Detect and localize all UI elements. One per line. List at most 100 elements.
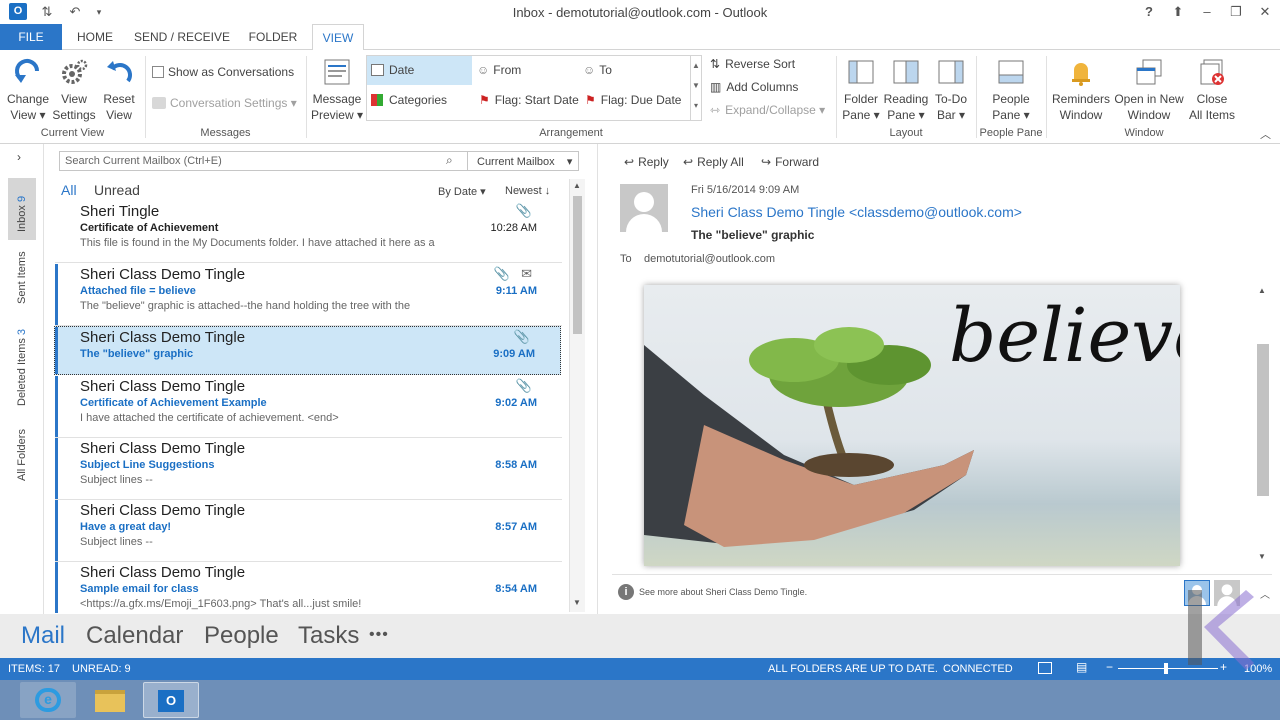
- scroll-up-arrow[interactable]: ▲: [1258, 286, 1266, 295]
- close-icon[interactable]: ✕: [1256, 3, 1274, 21]
- reply-all-button[interactable]: ↩ Reply All: [683, 155, 744, 169]
- scroll-down-arrow[interactable]: ▼: [1258, 552, 1266, 561]
- people-pane-button[interactable]: People Pane ▾: [986, 56, 1036, 123]
- open-new-window-button[interactable]: Open in New Window: [1112, 56, 1186, 123]
- gallery-scroll[interactable]: ▲ ▼ ▾: [690, 56, 701, 120]
- todo-bar-button[interactable]: To-Do Bar ▾: [930, 56, 972, 123]
- list-item[interactable]: Sheri Class Demo Tingle Have a great day…: [55, 500, 562, 562]
- reverse-sort-button[interactable]: ⇅ Reverse Sort: [710, 53, 795, 75]
- conversation-settings-button[interactable]: Conversation Settings ▾: [152, 92, 297, 114]
- reply-button[interactable]: ↩ Reply: [624, 155, 669, 169]
- sort-order-toggle[interactable]: Newest ↓: [505, 185, 550, 197]
- scroll-thumb[interactable]: [573, 196, 582, 334]
- arrange-flag-due-option[interactable]: ⚑ Flag: Due Date: [585, 89, 681, 111]
- info-icon: i: [618, 584, 634, 600]
- arrange-date-option[interactable]: Date: [371, 59, 414, 81]
- folder-pane-button[interactable]: Folder Pane ▾: [840, 56, 882, 123]
- message-preview-icon: [321, 56, 353, 88]
- view-settings-button[interactable]: View Settings: [52, 56, 96, 123]
- list-item[interactable]: Sheri Class Demo Tingle Attached file = …: [55, 264, 562, 326]
- message-time: 10:28 AM: [490, 222, 537, 234]
- taskbar-outlook[interactable]: O: [143, 682, 199, 718]
- message-subject-heading: The "believe" graphic: [691, 228, 815, 242]
- tab-home[interactable]: HOME: [66, 24, 124, 50]
- reset-view-button[interactable]: Reset View: [98, 56, 140, 123]
- zoom-out-icon[interactable]: −: [1106, 660, 1113, 674]
- collapse-ribbon-icon[interactable]: ︿: [1260, 126, 1271, 142]
- pane-splitter[interactable]: [597, 144, 598, 614]
- list-item[interactable]: Sheri Class Demo Tingle Sample email for…: [55, 562, 562, 613]
- expand-collapse-button[interactable]: ⇿ Expand/Collapse ▾: [710, 99, 825, 121]
- scroll-thumb[interactable]: [1257, 344, 1269, 496]
- message-list-scrollbar[interactable]: ▲ ▼: [569, 179, 585, 612]
- close-all-items-button[interactable]: Close All Items: [1186, 56, 1238, 123]
- tab-view[interactable]: VIEW: [312, 24, 364, 51]
- reading-pane-scrollbar[interactable]: ▲ ▼: [1255, 284, 1271, 566]
- reminders-window-button[interactable]: Reminders Window: [1050, 56, 1112, 123]
- tab-folder[interactable]: FOLDER: [240, 24, 306, 50]
- nav-tasks[interactable]: Tasks: [298, 622, 359, 650]
- forward-button[interactable]: ↪ Forward: [761, 155, 819, 169]
- message-subject: Certificate of Achievement: [80, 222, 219, 234]
- list-item[interactable]: Sheri Tingle Certificate of Achievement …: [55, 201, 562, 263]
- search-scope-dropdown[interactable]: Current Mailbox ▾: [477, 155, 572, 168]
- folder-pane-icon: [845, 56, 877, 88]
- zoom-slider-thumb[interactable]: [1164, 663, 1168, 674]
- nav-sent-items[interactable]: Sent Items: [16, 251, 28, 304]
- group-label-window: Window: [1124, 127, 1164, 139]
- expand-collapse-icon: ⇿: [710, 103, 721, 117]
- scroll-up-arrow[interactable]: ▲: [573, 181, 581, 190]
- arrange-flag-start-option[interactable]: ⚑ Flag: Start Date: [479, 89, 579, 111]
- arrange-categories-option[interactable]: Categories: [371, 89, 447, 111]
- message-from[interactable]: Sheri Class Demo Tingle <classdemo@outlo…: [691, 204, 1022, 220]
- scroll-down-arrow[interactable]: ▼: [573, 598, 581, 607]
- ribbon-display-options-icon[interactable]: ⬆: [1169, 3, 1187, 21]
- taskbar-file-explorer[interactable]: [82, 682, 138, 718]
- nav-people[interactable]: People: [204, 622, 279, 650]
- filter-all[interactable]: All: [61, 182, 77, 198]
- taskbar-internet-explorer[interactable]: e: [20, 682, 76, 718]
- search-icon[interactable]: ⌕: [446, 153, 453, 168]
- normal-view-icon[interactable]: [1038, 662, 1052, 674]
- see-more-link[interactable]: See more about Sheri Class Demo Tingle.: [639, 587, 807, 597]
- ribbon-divider: [976, 56, 977, 138]
- message-preview: Subject lines --: [80, 474, 153, 486]
- expand-people-pane-icon[interactable]: ︿: [1260, 586, 1270, 601]
- filter-unread[interactable]: Unread: [94, 182, 140, 198]
- search-input[interactable]: Search Current Mailbox (Ctrl+E): [65, 155, 222, 167]
- message-to[interactable]: demotutorial@outlook.com: [644, 253, 775, 265]
- arrange-to-option[interactable]: ☺ To: [583, 59, 612, 81]
- message-time: 8:57 AM: [495, 521, 537, 533]
- unread-indicator: [55, 500, 58, 561]
- tab-file[interactable]: FILE: [0, 24, 62, 50]
- sort-by-date-dropdown[interactable]: By Date ▾: [438, 185, 486, 198]
- avatar[interactable]: [620, 184, 668, 232]
- tab-send-receive[interactable]: SEND / RECEIVE: [130, 24, 234, 50]
- minimize-icon[interactable]: –: [1198, 3, 1216, 21]
- new-window-icon: [1133, 56, 1165, 88]
- status-connected: CONNECTED: [943, 663, 1013, 675]
- change-view-button[interactable]: Change View ▾: [4, 56, 52, 123]
- message-subject: Sample email for class: [80, 583, 199, 595]
- nav-deleted-items[interactable]: Deleted Items 3: [16, 329, 28, 406]
- show-conversations-checkbox[interactable]: Show as Conversations: [152, 61, 294, 83]
- list-item-selected[interactable]: Sheri Class Demo Tingle The "believe" gr…: [54, 326, 561, 375]
- message-preview-button[interactable]: Message Preview ▾: [310, 56, 364, 123]
- nav-more-icon[interactable]: •••: [369, 626, 389, 644]
- nav-inbox[interactable]: Inbox 9: [16, 196, 28, 232]
- nav-mail[interactable]: Mail: [21, 622, 65, 650]
- list-item[interactable]: Sheri Class Demo Tingle Certificate of A…: [55, 376, 562, 438]
- message-sender: Sheri Class Demo Tingle: [80, 266, 246, 283]
- reading-pane-button[interactable]: Reading Pane ▾: [882, 56, 930, 123]
- arrange-from-option[interactable]: ☺ From: [477, 59, 521, 81]
- help-icon[interactable]: ?: [1140, 3, 1158, 21]
- add-columns-button[interactable]: ▥ Add Columns: [710, 76, 798, 98]
- forwarded-icon: ✉: [521, 266, 532, 281]
- expand-folder-pane-icon[interactable]: ›: [17, 150, 21, 164]
- list-item[interactable]: Sheri Class Demo Tingle Subject Line Sug…: [55, 438, 562, 500]
- status-unread-count: UNREAD: 9: [72, 663, 131, 675]
- nav-all-folders[interactable]: All Folders: [16, 429, 28, 481]
- nav-calendar[interactable]: Calendar: [86, 622, 183, 650]
- reading-view-icon[interactable]: ▤: [1076, 660, 1087, 674]
- restore-icon[interactable]: ❐: [1227, 3, 1245, 21]
